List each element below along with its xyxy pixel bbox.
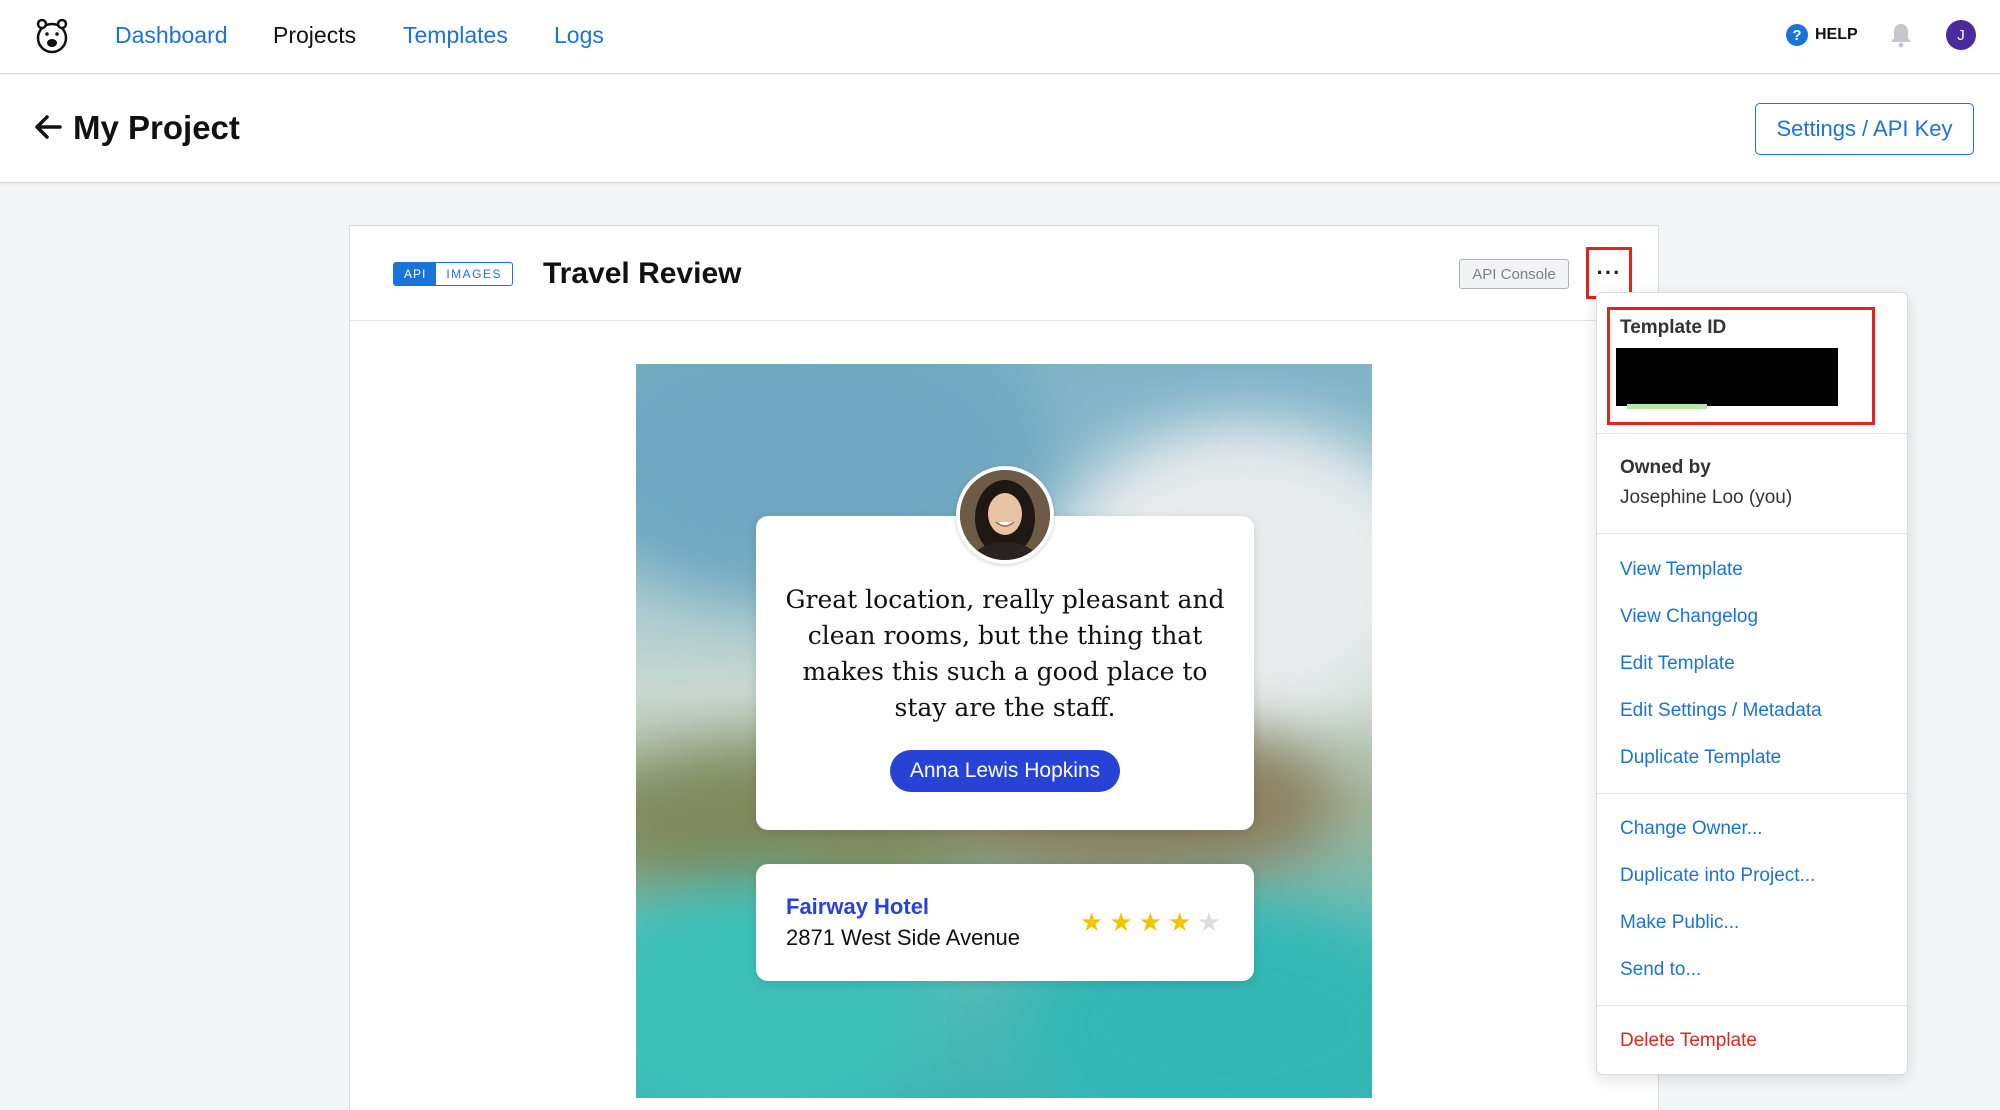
reviewer-name: Anna Lewis Hopkins [890, 750, 1120, 792]
template-type-badge: API IMAGES [393, 262, 514, 286]
template-options-menu: Template ID Owned by Josephine Loo (you)… [1596, 292, 1908, 1075]
api-console-button[interactable]: API Console [1459, 259, 1569, 289]
badge-images: IMAGES [446, 267, 503, 281]
hotel-address: 2871 West Side Avenue [786, 925, 1021, 950]
project-header: My Project Settings / API Key [0, 75, 2000, 183]
page-title: My Project [73, 109, 240, 146]
template-id-underline [1627, 404, 1707, 409]
menu-make-public[interactable]: Make Public... [1620, 912, 1739, 934]
nav-dashboard[interactable]: Dashboard [115, 22, 228, 49]
menu-divider [1597, 793, 1907, 794]
menu-change-owner[interactable]: Change Owner... [1620, 818, 1763, 840]
template-id-label: Template ID [1620, 317, 1727, 338]
nav-projects[interactable]: Projects [273, 22, 356, 49]
top-nav: Dashboard Projects Templates Logs ? HELP… [0, 0, 2000, 74]
menu-divider [1597, 1005, 1907, 1006]
star-filled-icon: ★ [1080, 907, 1104, 937]
user-avatar[interactable]: J [1946, 20, 1976, 50]
menu-send-to[interactable]: Send to... [1620, 959, 1701, 981]
card-header: API IMAGES Travel Review API Console ··· [350, 226, 1658, 321]
help-link[interactable]: ? HELP [1786, 22, 1858, 48]
back-arrow-icon[interactable] [34, 114, 62, 140]
help-label: HELP [1815, 26, 1858, 43]
hotel-name: Fairway Hotel [786, 894, 930, 919]
menu-divider [1597, 433, 1907, 434]
owned-by-value: Josephine Loo (you) [1620, 487, 1793, 508]
bell-icon[interactable] [1889, 22, 1913, 48]
menu-view-changelog[interactable]: View Changelog [1620, 606, 1758, 628]
help-icon: ? [1786, 24, 1808, 46]
template-title: Travel Review [543, 257, 742, 290]
star-filled-icon: ★ [1167, 907, 1192, 937]
nav-templates[interactable]: Templates [403, 22, 508, 49]
badge-api: API [394, 263, 437, 285]
menu-edit-template[interactable]: Edit Template [1620, 653, 1735, 675]
star-filled-icon: ★ [1109, 907, 1133, 937]
bear-logo-icon[interactable] [34, 14, 70, 56]
menu-edit-settings[interactable]: Edit Settings / Metadata [1620, 700, 1822, 722]
star-empty-icon: ★ [1197, 907, 1221, 937]
review-quote: Great location, really pleasant and clea… [785, 585, 1225, 722]
menu-duplicate-into-project[interactable]: Duplicate into Project... [1620, 865, 1815, 887]
menu-duplicate-template[interactable]: Duplicate Template [1620, 747, 1781, 769]
menu-delete-template[interactable]: Delete Template [1620, 1030, 1757, 1052]
menu-divider [1597, 533, 1907, 534]
template-id-value-redacted [1616, 348, 1838, 406]
nav-logs[interactable]: Logs [554, 22, 604, 49]
star-rating: ★ ★ ★ ★ ★ [1080, 907, 1221, 937]
menu-view-template[interactable]: View Template [1620, 559, 1743, 581]
reviewer-avatar [956, 466, 1054, 564]
star-filled-icon: ★ [1138, 907, 1162, 937]
owned-by-label: Owned by [1620, 457, 1711, 478]
settings-api-key-button[interactable]: Settings / API Key [1755, 103, 1974, 155]
